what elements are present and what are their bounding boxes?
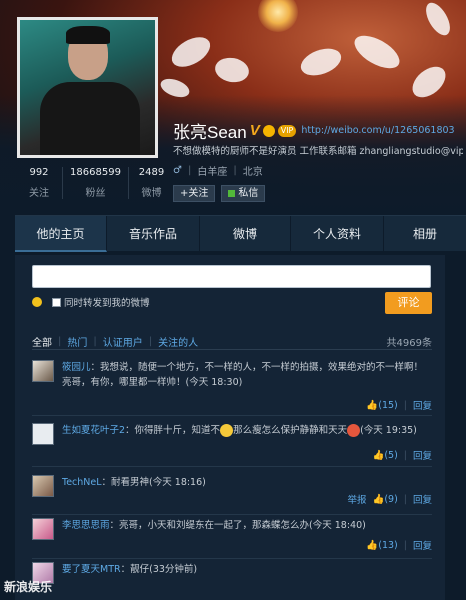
comments-panel: 同时转发到我的微博 评论 全部 | 热门 | 认证用户 | 关注的人 共4969… <box>15 255 445 600</box>
reply-link[interactable]: 回复 <box>413 492 432 506</box>
thumbs-up-icon: 👍 <box>372 449 385 461</box>
tab-profile-info[interactable]: 个人资料 <box>291 216 384 252</box>
comment-filters: 全部 | 热门 | 认证用户 | 关注的人 共4969条 <box>32 334 432 349</box>
comment-input[interactable] <box>32 265 431 288</box>
emoji-icon <box>220 424 234 437</box>
commenter-avatar[interactable] <box>32 475 54 497</box>
tab-home[interactable]: 他的主页 <box>15 216 107 252</box>
banner-ornament <box>297 43 345 81</box>
comment-actions: 👍(5) | 回复 <box>372 448 432 463</box>
stat-posts[interactable]: 2489 微博 <box>128 167 174 199</box>
commenter-avatar[interactable] <box>32 360 54 382</box>
profile-tabs: 他的主页 音乐作品 微博 个人资料 相册 <box>15 215 466 252</box>
follow-button[interactable]: +关注 <box>173 185 216 202</box>
reply-link[interactable]: 回复 <box>413 448 432 462</box>
filter-all[interactable]: 全部 <box>32 334 52 349</box>
banner-ornament <box>166 31 216 73</box>
gender-icon: ♂ <box>173 165 182 176</box>
commenter-avatar[interactable] <box>32 423 54 445</box>
tab-music[interactable]: 音乐作品 <box>107 216 200 252</box>
commenter-name[interactable]: 生如夏花叶子2 <box>62 425 125 436</box>
filter-hot[interactable]: 热门 <box>67 334 87 349</box>
profile-url-link[interactable]: http://weibo.com/u/1265061803 <box>301 125 454 136</box>
profile-meta: ♂ | 白羊座 | 北京 <box>173 163 263 178</box>
comment-item: TechNeL：耐看男神(今天 18:16) 举报 👍(9) | 回复 <box>32 475 432 515</box>
comment-item: 要了夏天MTR：靓仔(33分钟前) <box>32 562 432 592</box>
profile-avatar[interactable] <box>17 17 158 158</box>
zodiac-link[interactable]: 白羊座 <box>197 163 227 178</box>
like-button[interactable]: 👍(9) <box>372 494 397 505</box>
stat-following[interactable]: 992 关注 <box>16 167 62 199</box>
repost-checkbox[interactable] <box>52 297 61 307</box>
emoji-picker-icon[interactable] <box>32 297 42 307</box>
comment-actions: 举报 👍(9) | 回复 <box>347 492 432 507</box>
repost-label: 同时转发到我的微博 <box>64 298 150 309</box>
commenter-name[interactable]: TechNeL <box>62 477 102 488</box>
location-link[interactable]: 北京 <box>243 163 263 178</box>
comment-item: 筱园儿：我想说，随便一个地方，不一样的人，不一样的拍摄，效果绝对的不一样啊！亮哥… <box>32 360 432 416</box>
follow-label: +关注 <box>180 188 209 199</box>
comment-actions: 👍(15) | 回复 <box>366 398 432 413</box>
repost-option[interactable]: 同时转发到我的微博 <box>52 295 150 309</box>
profile-name: 张亮Sean <box>173 123 247 142</box>
thumbs-up-icon: 👍 <box>366 539 379 551</box>
commenter-avatar[interactable] <box>32 518 54 540</box>
filter-following[interactable]: 关注的人 <box>158 334 198 349</box>
commenter-name[interactable]: 筱园儿 <box>62 362 91 373</box>
report-link[interactable]: 举报 <box>347 492 366 506</box>
banner-light <box>258 0 298 32</box>
banner-ornament <box>213 55 251 85</box>
commenter-name[interactable]: 李思思思雨 <box>62 520 110 531</box>
commenter-name[interactable]: 要了夏天MTR <box>62 564 121 575</box>
comment-total: 共4969条 <box>386 338 432 349</box>
comment-actions: 👍(13) | 回复 <box>366 538 432 553</box>
message-icon <box>228 190 236 197</box>
tab-album[interactable]: 相册 <box>384 216 466 252</box>
profile-actions: +关注 私信 <box>173 185 266 202</box>
like-button[interactable]: 👍(13) <box>366 540 397 551</box>
vip-badge-icon[interactable]: VIP <box>277 124 297 137</box>
message-label: 私信 <box>238 188 259 199</box>
like-button[interactable]: 👍(5) <box>372 450 397 461</box>
comment-item: 李思思思雨：亮哥，小天和刘缇东在一起了，那森蝶怎么办(今天 18:40) 👍(1… <box>32 518 432 560</box>
sina-watermark: 新浪娱乐 <box>4 580 53 594</box>
reply-link[interactable]: 回复 <box>413 538 432 552</box>
verified-icon[interactable]: V <box>250 122 260 139</box>
thumbs-up-icon: 👍 <box>372 493 385 505</box>
profile-bio: 不想做模特的厨师不是好演员 工作联系邮箱 zhangliangstudio@vi… <box>173 146 463 157</box>
message-button[interactable]: 私信 <box>221 185 266 202</box>
level-badge-icon[interactable] <box>262 124 275 137</box>
emoji-icon <box>347 424 361 437</box>
filter-verified[interactable]: 认证用户 <box>103 334 143 349</box>
comment-item: 生如夏花叶子2：你得胖十斤，知道不 那么瘦怎么保护静静和天天 (今天 19:35) … <box>32 423 432 467</box>
reply-link[interactable]: 回复 <box>413 398 432 412</box>
stat-followers[interactable]: 18668599 粉丝 <box>62 167 128 199</box>
profile-stats: 992 关注 18668599 粉丝 2489 微博 <box>16 167 174 199</box>
profile-name-line: 张亮Sean V VIP http://weibo.com/u/12650618… <box>173 118 455 143</box>
banner-ornament <box>349 29 405 75</box>
banner-ornament <box>421 0 455 40</box>
tab-weibo[interactable]: 微博 <box>200 216 291 252</box>
thumbs-up-icon: 👍 <box>366 399 379 411</box>
like-button[interactable]: 👍(15) <box>366 400 397 411</box>
comment-submit-button[interactable]: 评论 <box>385 292 432 314</box>
